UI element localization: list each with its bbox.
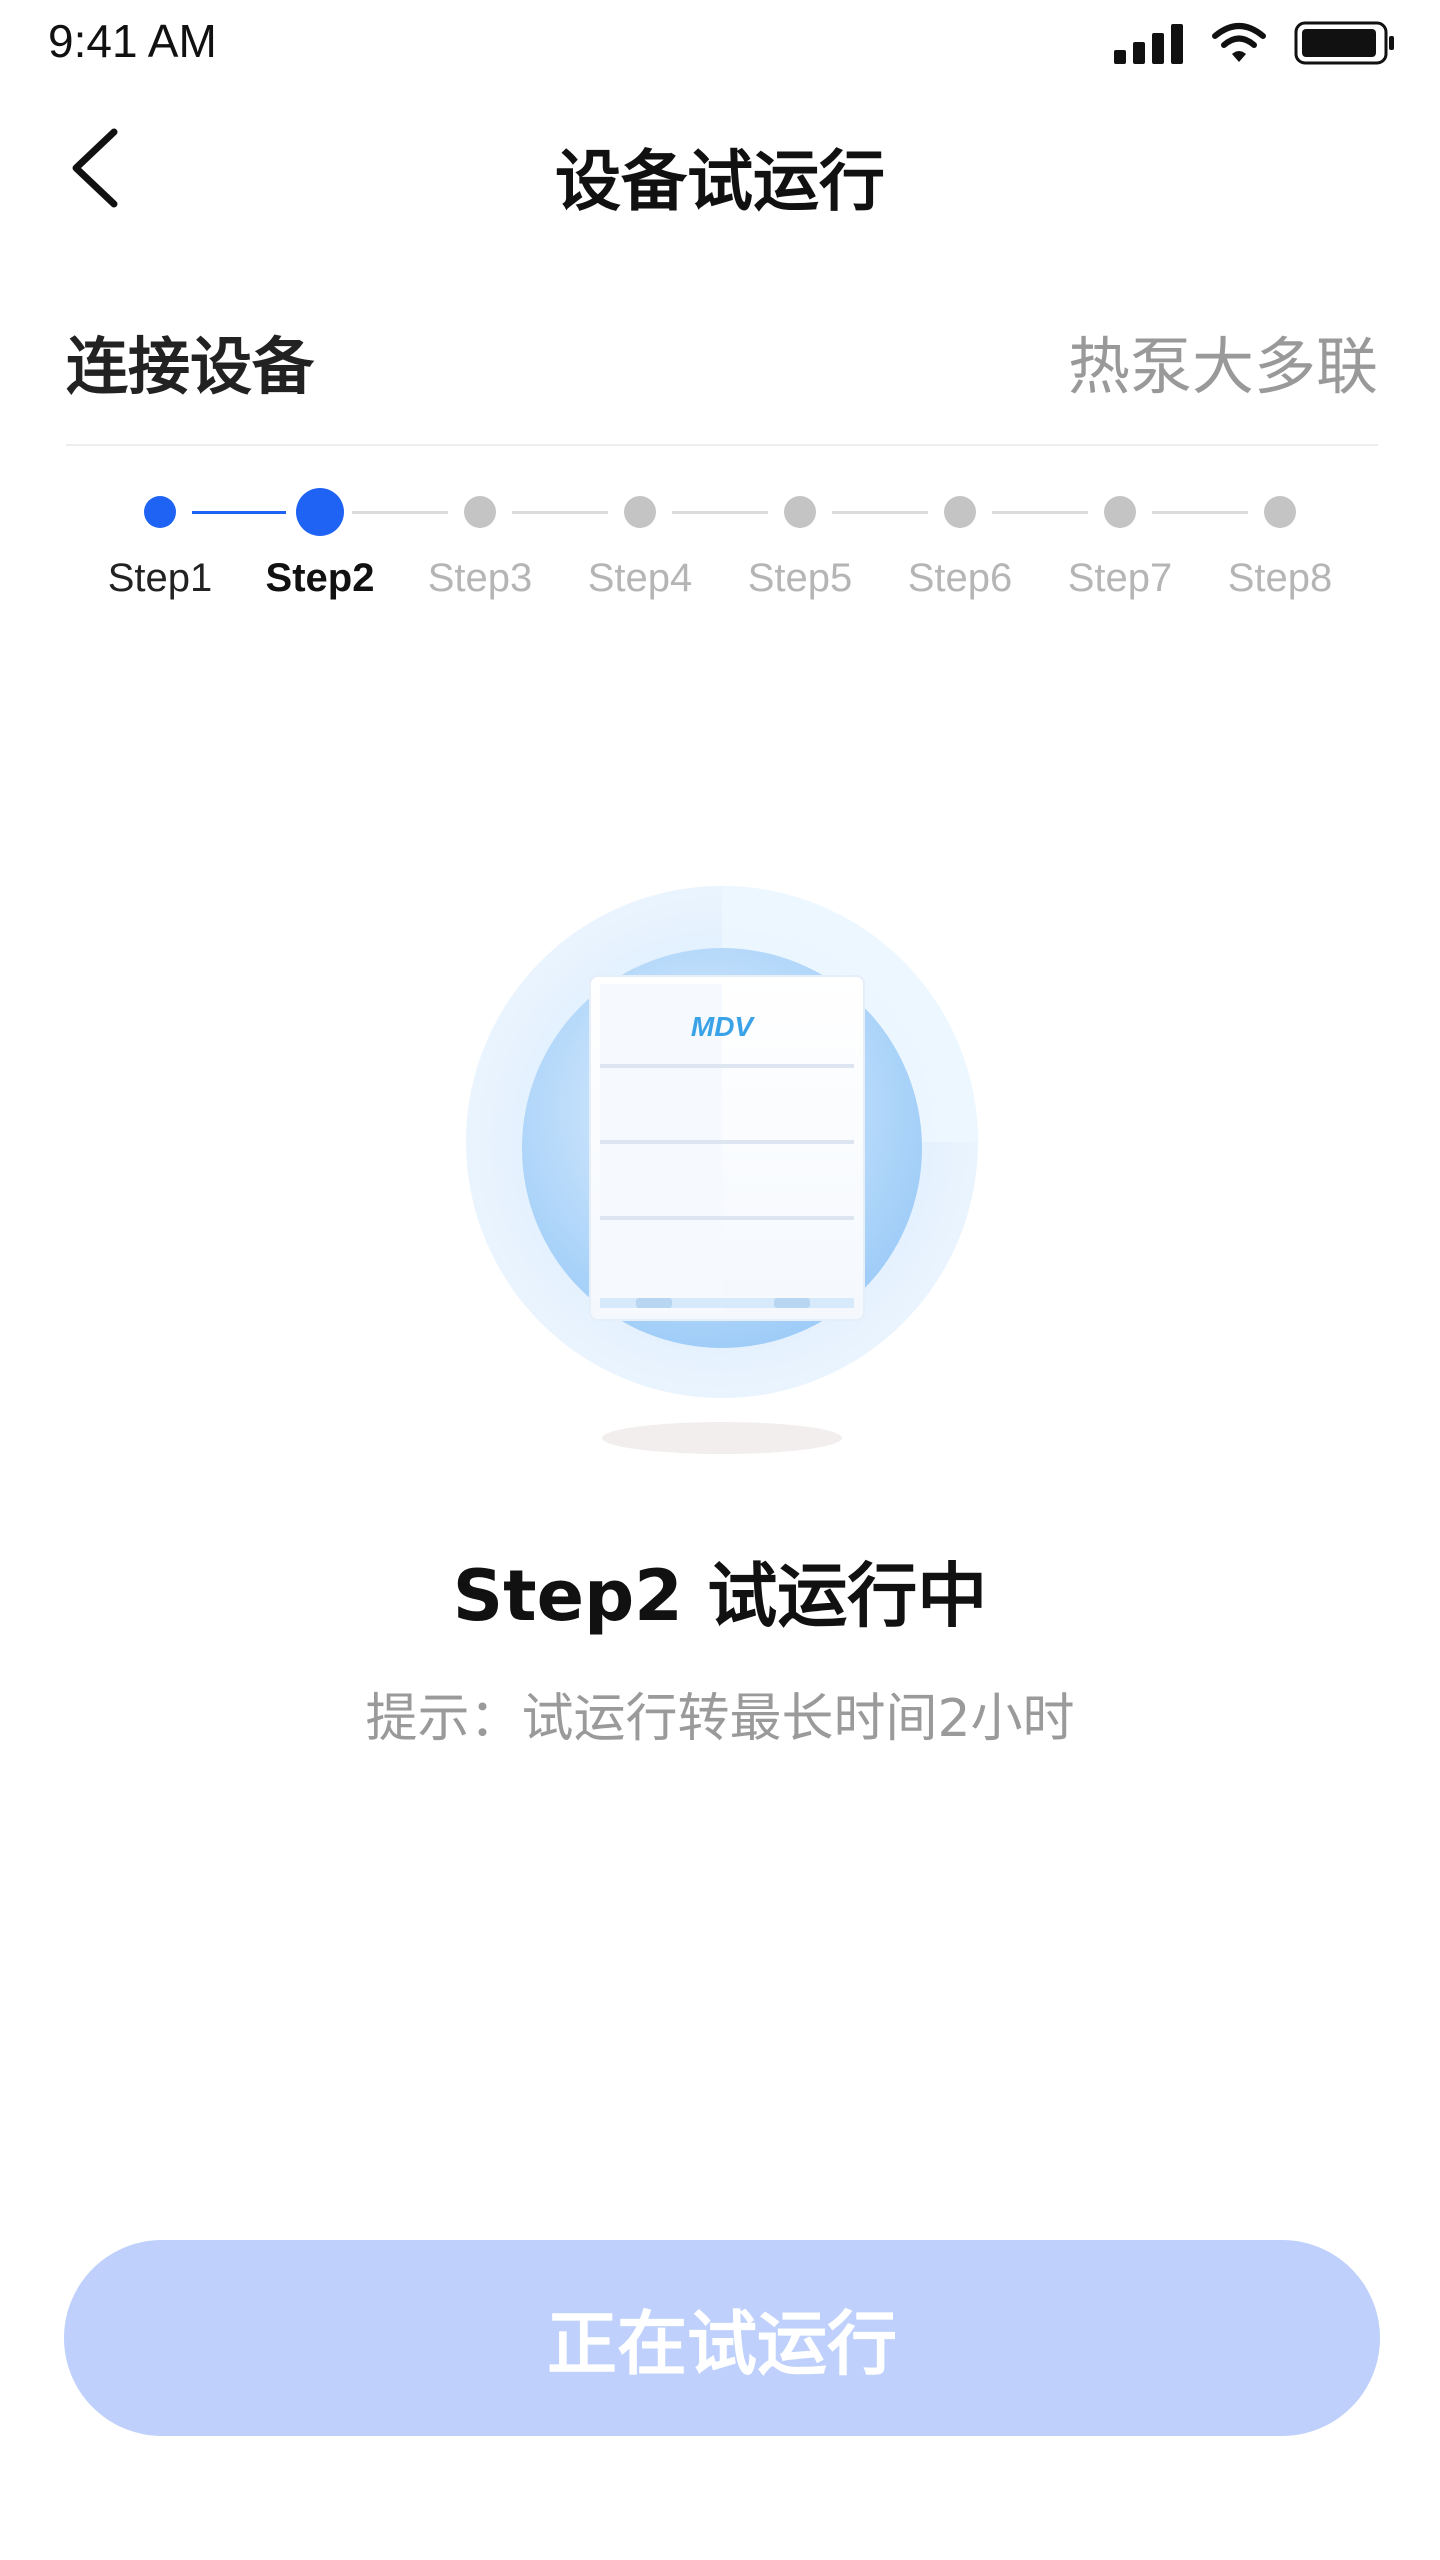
step-dot-pending	[1264, 496, 1296, 528]
status-tip: 提示：试运行转最长时间2小时	[365, 1689, 1075, 1749]
status-title: Step2 试运行中	[452, 1555, 988, 1637]
step-dot-pending	[624, 496, 656, 528]
stepper: Step1 Step2 Step3 Step4 Step5 Step6 Step…	[0, 0, 1440, 640]
step-connector	[192, 511, 286, 514]
step-connector	[1152, 511, 1248, 514]
step-dot-pending	[464, 496, 496, 528]
device-illustration: MDV	[466, 886, 978, 1454]
running-button[interactable]: 正在试运行	[64, 2240, 1380, 2436]
step-dot-done	[144, 496, 176, 528]
step-dot-pending	[1104, 496, 1136, 528]
step-label: Step4	[587, 556, 693, 600]
step-connector	[512, 511, 608, 514]
step-label: Step1	[107, 556, 213, 600]
step-connector	[672, 511, 768, 514]
brand-logo: MDV	[691, 1011, 756, 1042]
step-dot-pending	[784, 496, 816, 528]
shadow-ellipse	[602, 1422, 842, 1454]
step-label: Step6	[907, 556, 1013, 600]
step-label: Step8	[1227, 556, 1333, 600]
step-dot-pending	[944, 496, 976, 528]
step-label: Step7	[1067, 556, 1173, 600]
step-connector	[352, 511, 448, 514]
step-connector	[992, 511, 1088, 514]
step-connector	[832, 511, 928, 514]
step-dot-active	[296, 488, 344, 536]
step-label: Step5	[747, 556, 853, 600]
step-label: Step3	[427, 556, 533, 600]
step-label-active: Step2	[265, 556, 375, 600]
